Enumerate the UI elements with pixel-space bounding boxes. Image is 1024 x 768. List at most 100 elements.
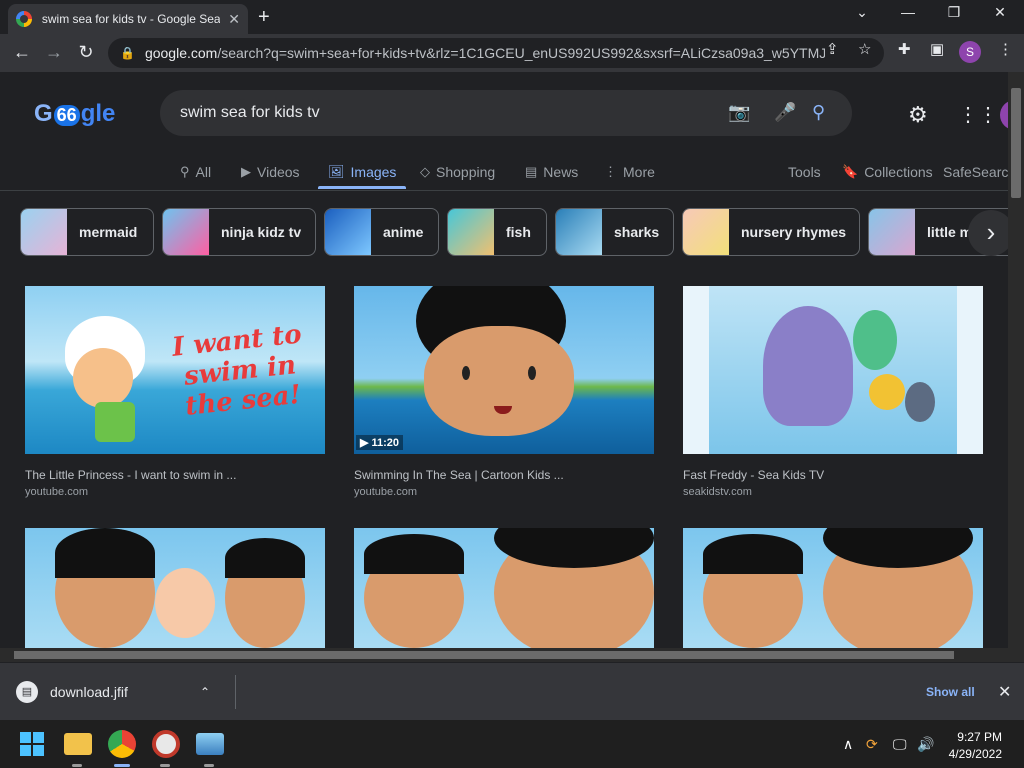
download-item[interactable]: ▤ download.jfif ⌃ (12, 675, 236, 709)
google-favicon-icon (16, 11, 32, 27)
scrollbar-corner (1008, 648, 1024, 662)
search-icon: ⚲ (180, 164, 190, 179)
chip-thumbnail (556, 209, 602, 255)
close-icon[interactable]: ✕ (998, 682, 1011, 702)
restore-button[interactable]: ❐ (934, 4, 974, 21)
extensions-icon[interactable]: ✚ (898, 40, 911, 58)
chip-anime[interactable]: anime (324, 208, 439, 256)
file-explorer-icon[interactable] (64, 733, 92, 755)
google-logo[interactable]: G 66 gle (34, 100, 115, 128)
collections-button[interactable]: 🔖 Collections (842, 160, 933, 184)
result-thumbnail[interactable]: ▶ 11:20 (354, 286, 654, 454)
search-query[interactable]: swim sea for kids tv (180, 104, 320, 122)
result-source: youtube.com (25, 486, 88, 498)
result-title[interactable]: The Little Princess - I want to swim in … (25, 468, 325, 482)
tab-close-icon[interactable]: ✕ (228, 11, 240, 28)
safesearch-button[interactable]: SafeSearch (943, 160, 1008, 184)
title-bar: swim sea for kids tv - Google Sea ✕ + ⌄ … (0, 0, 1024, 34)
chip-sharks[interactable]: sharks (555, 208, 674, 256)
result-source: seakidstv.com (683, 486, 752, 498)
result-thumbnail[interactable] (354, 528, 654, 648)
search-box[interactable]: swim sea for kids tv 📷 🎤 ⚲ (160, 90, 852, 136)
chip-thumbnail (683, 209, 729, 255)
chevron-up-icon[interactable]: ∧ (843, 736, 853, 753)
image-result[interactable] (683, 528, 983, 648)
chevron-up-icon[interactable]: ⌃ (200, 685, 210, 699)
result-thumbnail[interactable] (683, 528, 983, 648)
result-thumbnail[interactable] (25, 528, 325, 648)
more-vert-icon: ⋮ (604, 164, 617, 179)
forward-icon[interactable]: → (42, 42, 66, 63)
chip-fish[interactable]: fish (447, 208, 547, 256)
file-icon: ▤ (16, 681, 38, 703)
clock-time[interactable]: 9:27 PM (940, 730, 1002, 744)
lock-icon: 🔒 (120, 46, 135, 60)
chevron-right-icon[interactable]: › (968, 210, 1008, 256)
browser-tab[interactable]: swim sea for kids tv - Google Sea ✕ (8, 4, 248, 34)
result-thumbnail[interactable] (683, 286, 983, 454)
search-icon[interactable]: ⚲ (812, 102, 825, 123)
show-all-button[interactable]: Show all (926, 685, 975, 699)
tabs-divider (0, 190, 1008, 191)
network-icon[interactable]: 🖵 (893, 736, 907, 753)
download-file-name: download.jfif (50, 684, 128, 700)
chip-ninja-kidz-tv[interactable]: ninja kidz tv (162, 208, 316, 256)
bookmark-icon: 🔖 (842, 164, 859, 179)
image-icon: 🖼 (328, 164, 345, 179)
chip-thumbnail (163, 209, 209, 255)
browser-menu-icon[interactable]: ⋮ (998, 40, 1013, 58)
download-bar: ▤ download.jfif ⌃ Show all ✕ (0, 662, 1024, 720)
chip-thumbnail (325, 209, 371, 255)
back-icon[interactable]: ← (10, 42, 34, 63)
settings-gear-icon[interactable]: ⚙ (908, 102, 928, 128)
image-result[interactable]: I want to swim in the sea! The Little Pr… (25, 286, 325, 498)
minimize-button[interactable]: — (888, 4, 928, 20)
scrollbar-thumb[interactable] (14, 651, 954, 659)
profile-avatar[interactable]: S (959, 41, 981, 63)
chip-thumbnail (448, 209, 494, 255)
chip-nursery-rhymes[interactable]: nursery rhymes (682, 208, 860, 256)
url-text: google.com/search?q=swim+sea+for+kids+tv… (144, 45, 825, 61)
browser-toolbar: ← → ↻ 🔒 google.com/search?q=swim+sea+for… (0, 34, 1024, 72)
bookmark-star-icon[interactable]: ☆ (858, 40, 871, 58)
address-bar[interactable]: 🔒 google.com/search?q=swim+sea+for+kids+… (108, 38, 884, 68)
result-title[interactable]: Fast Freddy - Sea Kids TV (683, 468, 983, 482)
image-result[interactable]: ▶ 11:20 Swimming In The Sea | Cartoon Ki… (354, 286, 654, 498)
thumbnail-caption: I want to swim in the sea! (170, 319, 303, 422)
scrollbar-thumb[interactable] (1011, 88, 1021, 198)
result-thumbnail[interactable]: I want to swim in the sea! (25, 286, 325, 454)
side-panel-icon[interactable]: ▣ (930, 40, 944, 58)
sync-icon[interactable]: ⟳ (866, 736, 878, 753)
image-result[interactable] (354, 528, 654, 648)
tab-search-button[interactable]: ⌄ (842, 4, 882, 21)
close-window-button[interactable]: ✕ (980, 4, 1020, 21)
tab-title: swim sea for kids tv - Google Sea (41, 12, 221, 26)
search-tabs: ⚲ All ▶ Videos 🖼 Images ◇ Shopping ▤ News ⋮ Mo… (0, 154, 1008, 190)
photos-icon[interactable] (196, 733, 224, 755)
microphone-icon[interactable]: 🎤 (774, 102, 796, 123)
tools-button[interactable]: Tools (788, 160, 821, 184)
reload-icon[interactable]: ↻ (74, 42, 98, 63)
tab-more[interactable]: ⋮ More (604, 160, 655, 184)
image-result[interactable]: Fast Freddy - Sea Kids TV seakidstv.com (683, 286, 983, 498)
chip-thumbnail (21, 209, 67, 255)
result-source: youtube.com (354, 486, 417, 498)
new-tab-button[interactable]: + (258, 6, 270, 29)
horizontal-scrollbar[interactable] (0, 648, 1008, 662)
tab-images[interactable]: 🖼 Images (328, 160, 396, 184)
windows-start-icon[interactable] (20, 732, 44, 756)
camera-icon[interactable]: 📷 (728, 102, 750, 123)
vertical-scrollbar[interactable] (1008, 72, 1024, 648)
share-icon[interactable]: ⇪ (826, 40, 839, 58)
image-result[interactable] (25, 528, 325, 648)
app-icon[interactable] (152, 730, 180, 758)
volume-icon[interactable]: 🔊 (917, 736, 934, 753)
result-title[interactable]: Swimming In The Sea | Cartoon Kids ... (354, 468, 654, 482)
chrome-icon[interactable] (108, 730, 136, 758)
tab-all[interactable]: ⚲ All (180, 160, 211, 184)
tab-news[interactable]: ▤ News (525, 160, 578, 184)
tab-videos[interactable]: ▶ Videos (241, 160, 300, 184)
chip-mermaid[interactable]: mermaid (20, 208, 154, 256)
tab-shopping[interactable]: ◇ Shopping (420, 160, 495, 184)
clock-date[interactable]: 4/29/2022 (940, 747, 1002, 761)
